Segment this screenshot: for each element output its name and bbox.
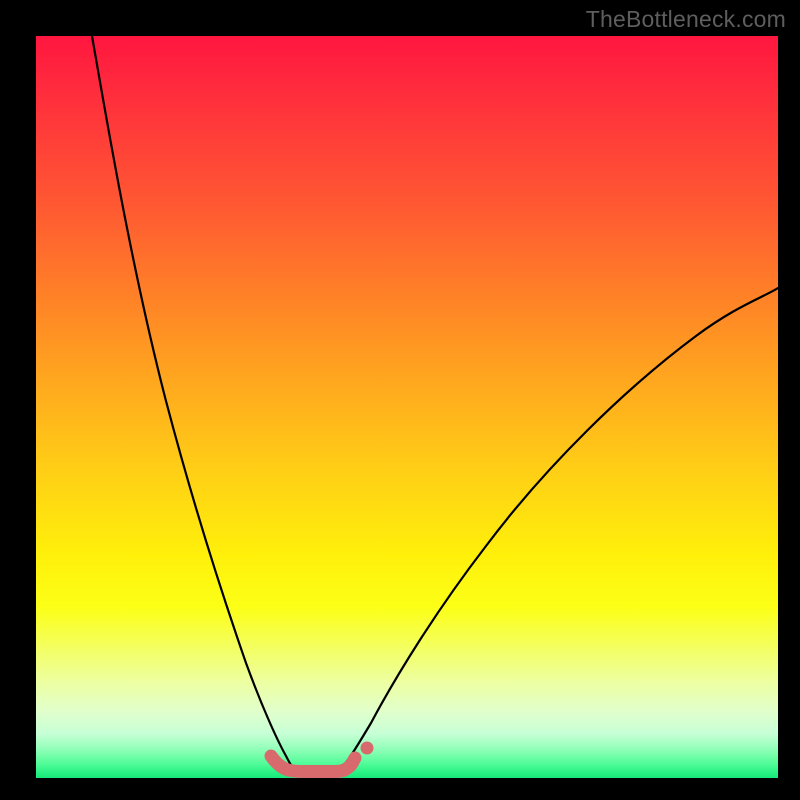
watermark-text: TheBottleneck.com bbox=[586, 6, 786, 33]
trough-marker bbox=[271, 756, 355, 772]
left-curve bbox=[92, 36, 294, 769]
curves-layer bbox=[36, 36, 778, 778]
right-curve bbox=[338, 288, 778, 771]
chart-frame: TheBottleneck.com bbox=[0, 0, 800, 800]
marker-dot-icon bbox=[361, 742, 374, 755]
plot-area bbox=[36, 36, 778, 778]
